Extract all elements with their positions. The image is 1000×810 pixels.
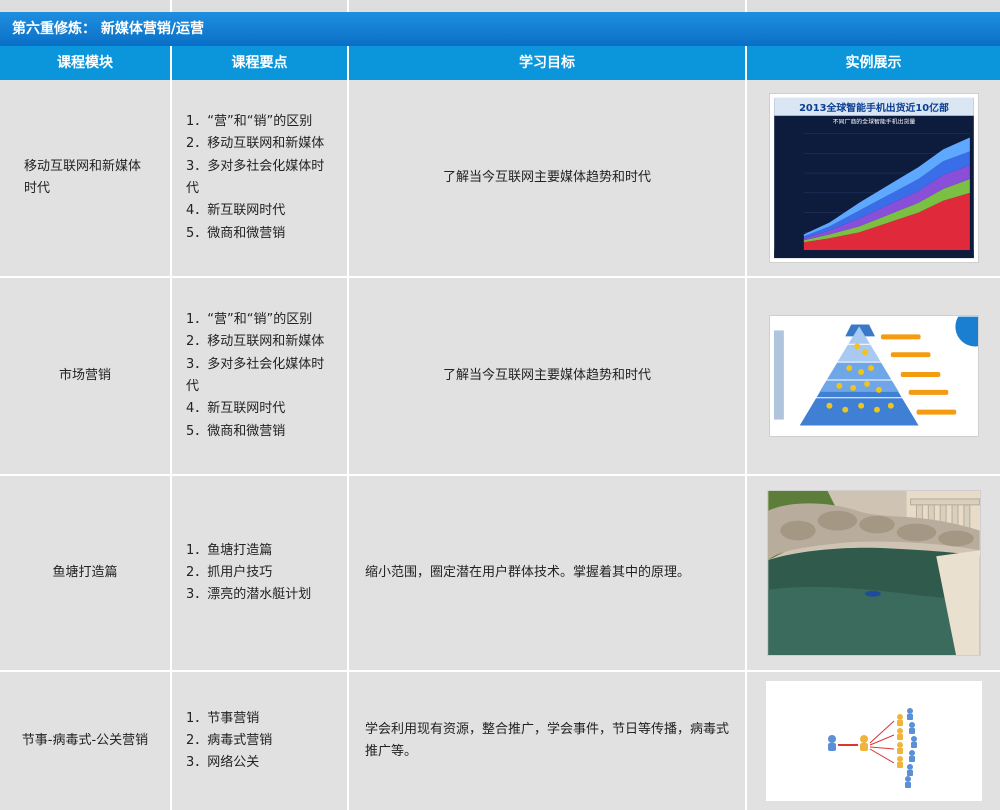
- point-item: 1．“营”和“销”的区别: [186, 312, 313, 328]
- marketing-pyramid-image: [768, 315, 979, 437]
- chart-image-subtitle: 不同厂商的全球智能手机出货量: [832, 118, 915, 126]
- example-cell: [747, 278, 1000, 474]
- goal-cell: 了解当今互联网主要媒体趋势和时代: [349, 80, 745, 276]
- goal-cell: 缩小范围，圈定潜在用户群体技术。掌握着其中的原理。: [349, 476, 745, 670]
- point-item: 4．新互联网时代: [186, 203, 286, 219]
- smartphone-shipments-chart-image: 2013全球智能手机出货近10亿部 不同厂商的全球智能手机出货量: [768, 93, 979, 263]
- table-row: 市场营销 1．“营”和“销”的区别 2．移动互联网和新媒体 3．多对多社会化媒体…: [0, 278, 1000, 474]
- header-points: 课程要点: [231, 55, 288, 71]
- goal-cell: 了解当今互联网主要媒体趋势和时代: [349, 278, 745, 474]
- point-item: 2．抓用户技巧: [186, 564, 273, 580]
- module-cell: 节事-病毒式-公关营销: [0, 672, 170, 810]
- goal-text: 学会利用现有资源，整合推广，学会事件，节日等传播，病毒式推广等。: [365, 722, 730, 759]
- table-row: 移动互联网和新媒体时代 1．“营”和“销”的区别 2．移动互联网和新媒体 3．多…: [0, 80, 1000, 276]
- point-item: 3．漂亮的潜水艇计划: [186, 587, 312, 603]
- chart-image-title: 2013全球智能手机出货近10亿部: [799, 101, 949, 114]
- viral-spread-diagram-image: [765, 681, 982, 801]
- point-item: 5．微商和微营销: [186, 225, 286, 241]
- previous-row-stub: [0, 0, 1000, 12]
- point-item: 4．新互联网时代: [186, 401, 286, 417]
- point-item: 3．网络公关: [186, 755, 260, 771]
- module-cell: 鱼塘打造篇: [0, 476, 170, 670]
- section-title: 第六重修炼： 新媒体营销/运营: [0, 12, 1000, 46]
- header-goal: 学习目标: [519, 55, 575, 71]
- points-cell: 1．节事营销 2．病毒式营销 3．网络公关: [172, 672, 347, 810]
- fish-pond-photo: [766, 490, 981, 656]
- table-row: 鱼塘打造篇 1．鱼塘打造篇 2．抓用户技巧 3．漂亮的潜水艇计划 缩小范围，圈定…: [0, 476, 1000, 670]
- divider: [347, 0, 349, 12]
- point-item: 1．节事营销: [186, 710, 260, 726]
- header-module: 课程模块: [57, 55, 113, 71]
- module-name: 鱼塘打造篇: [52, 565, 118, 580]
- example-cell: [747, 672, 1000, 810]
- table-header: 课程模块 课程要点 学习目标 实例展示: [0, 46, 1000, 80]
- point-item: 2．移动互联网和新媒体: [186, 136, 325, 152]
- goal-cell: 学会利用现有资源，整合推广，学会事件，节日等传播，病毒式推广等。: [349, 672, 745, 810]
- header-example: 实例展示: [845, 55, 902, 71]
- point-item: 2．病毒式营销: [186, 732, 273, 748]
- example-cell: 2013全球智能手机出货近10亿部 不同厂商的全球智能手机出货量: [747, 80, 1000, 276]
- point-item: 1．鱼塘打造篇: [186, 542, 273, 558]
- point-item: 3．多对多社会化媒体时代: [186, 158, 325, 196]
- module-cell: 移动互联网和新媒体时代: [0, 80, 170, 276]
- module-cell: 市场营销: [0, 278, 170, 474]
- example-cell: [747, 476, 1000, 670]
- goal-text: 了解当今互联网主要媒体趋势和时代: [442, 368, 651, 383]
- point-item: 3．多对多社会化媒体时代: [186, 356, 325, 394]
- goal-text: 了解当今互联网主要媒体趋势和时代: [442, 170, 651, 185]
- point-item: 5．微商和微营销: [186, 423, 286, 439]
- divider: [745, 0, 747, 12]
- points-cell: 1．“营”和“销”的区别 2．移动互联网和新媒体 3．多对多社会化媒体时代 4．…: [172, 278, 347, 474]
- points-cell: 1．“营”和“销”的区别 2．移动互联网和新媒体 3．多对多社会化媒体时代 4．…: [172, 80, 347, 276]
- module-name: 移动互联网和新媒体时代: [24, 159, 142, 196]
- module-name: 市场营销: [58, 368, 111, 383]
- divider: [170, 0, 172, 12]
- module-name: 节事-病毒式-公关营销: [21, 733, 149, 748]
- points-cell: 1．鱼塘打造篇 2．抓用户技巧 3．漂亮的潜水艇计划: [172, 476, 347, 670]
- point-item: 1．“营”和“销”的区别: [186, 114, 313, 130]
- point-item: 2．移动互联网和新媒体: [186, 334, 325, 350]
- goal-text: 缩小范围，圈定潜在用户群体技术。掌握着其中的原理。: [365, 565, 691, 580]
- table-row: 节事-病毒式-公关营销 1．节事营销 2．病毒式营销 3．网络公关 学会利用现有…: [0, 672, 1000, 810]
